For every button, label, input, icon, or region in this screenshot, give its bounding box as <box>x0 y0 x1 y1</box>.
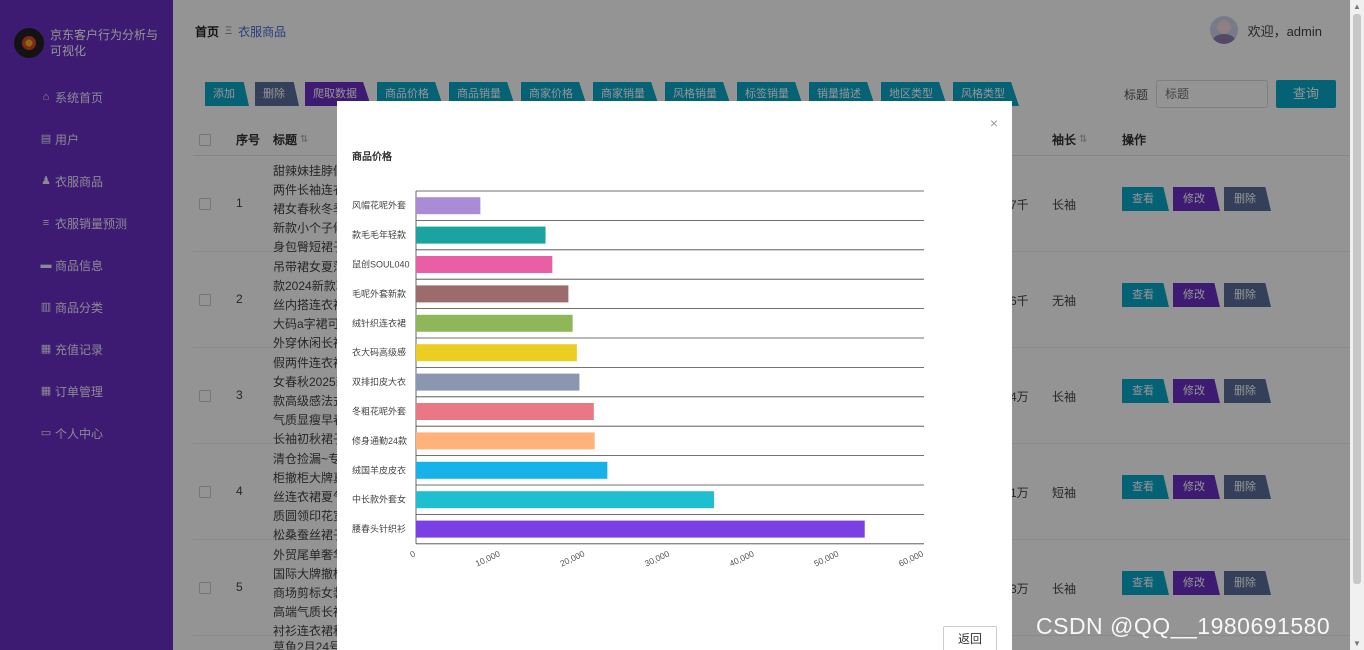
chart-category-label: 修身通勤24款 <box>352 435 407 446</box>
chart-bar <box>416 403 594 420</box>
chart-bar <box>416 256 553 273</box>
close-icon[interactable]: × <box>990 115 998 131</box>
chart-modal: × 商品价格 风帽花呢外套 款毛毛年轻款 鼠创SOUL040 毛呢外套新款 绒针织连衣裙… <box>337 101 1012 650</box>
chart-bar <box>416 432 595 450</box>
chart-x-tick-label: 10,000 <box>474 548 502 568</box>
scroll-thumb[interactable] <box>1353 14 1361 584</box>
chart-bar <box>416 461 608 479</box>
chart-category-label: 风帽花呢外套 <box>352 200 406 211</box>
scroll-down-icon[interactable]: ▼ <box>1352 639 1362 648</box>
chart-category-label: 双排扣皮大衣 <box>352 376 406 387</box>
chart-bar <box>416 314 573 332</box>
chart-bar <box>416 491 715 509</box>
chart-bar <box>416 197 481 215</box>
chart-category-label: 绒针织连衣裙 <box>352 317 406 328</box>
back-button[interactable]: 返回 <box>943 626 997 650</box>
watermark: CSDN @QQ__1980691580 <box>1036 613 1331 639</box>
chart-x-tick-label: 50,000 <box>812 548 840 568</box>
scroll-up-icon[interactable]: ▲ <box>1352 2 1362 11</box>
chart-x-tick-label: 60,000 <box>897 548 925 568</box>
chart-bar <box>416 373 580 391</box>
chart-x-tick-label: 0 <box>408 548 417 559</box>
chart-x-tick-label: 20,000 <box>558 548 586 568</box>
chart-category-label: 中长款外套女 <box>352 494 406 505</box>
chart-category-label: 腰春头针织衫 <box>352 523 406 534</box>
chart-bar <box>416 520 865 538</box>
scrollbar[interactable]: ▲ ▼ <box>1350 0 1364 650</box>
chart-x-tick-label: 30,000 <box>643 548 671 568</box>
chart-category-label: 冬粗花呢外套 <box>352 406 406 417</box>
chart-category-label: 毛呢外套新款 <box>352 288 406 299</box>
chart-bar <box>416 226 546 244</box>
chart-bar <box>416 285 569 303</box>
chart-category-label: 款毛毛年轻款 <box>352 229 406 240</box>
price-bar-chart: 风帽花呢外套款毛毛年轻款鼠创SOUL040 毛呢外套新款绒针织连衣裙衣大码高级感双… <box>352 190 925 569</box>
chart-bar <box>416 344 577 362</box>
chart-x-tick-label: 40,000 <box>728 548 756 568</box>
chart-category-label: 绒国羊皮皮衣 <box>352 464 406 475</box>
chart-category-label: 衣大码高级感 <box>352 347 406 358</box>
chart-category-label: 鼠创SOUL040 <box>352 259 410 270</box>
chart-title: 商品价格 <box>352 152 392 163</box>
